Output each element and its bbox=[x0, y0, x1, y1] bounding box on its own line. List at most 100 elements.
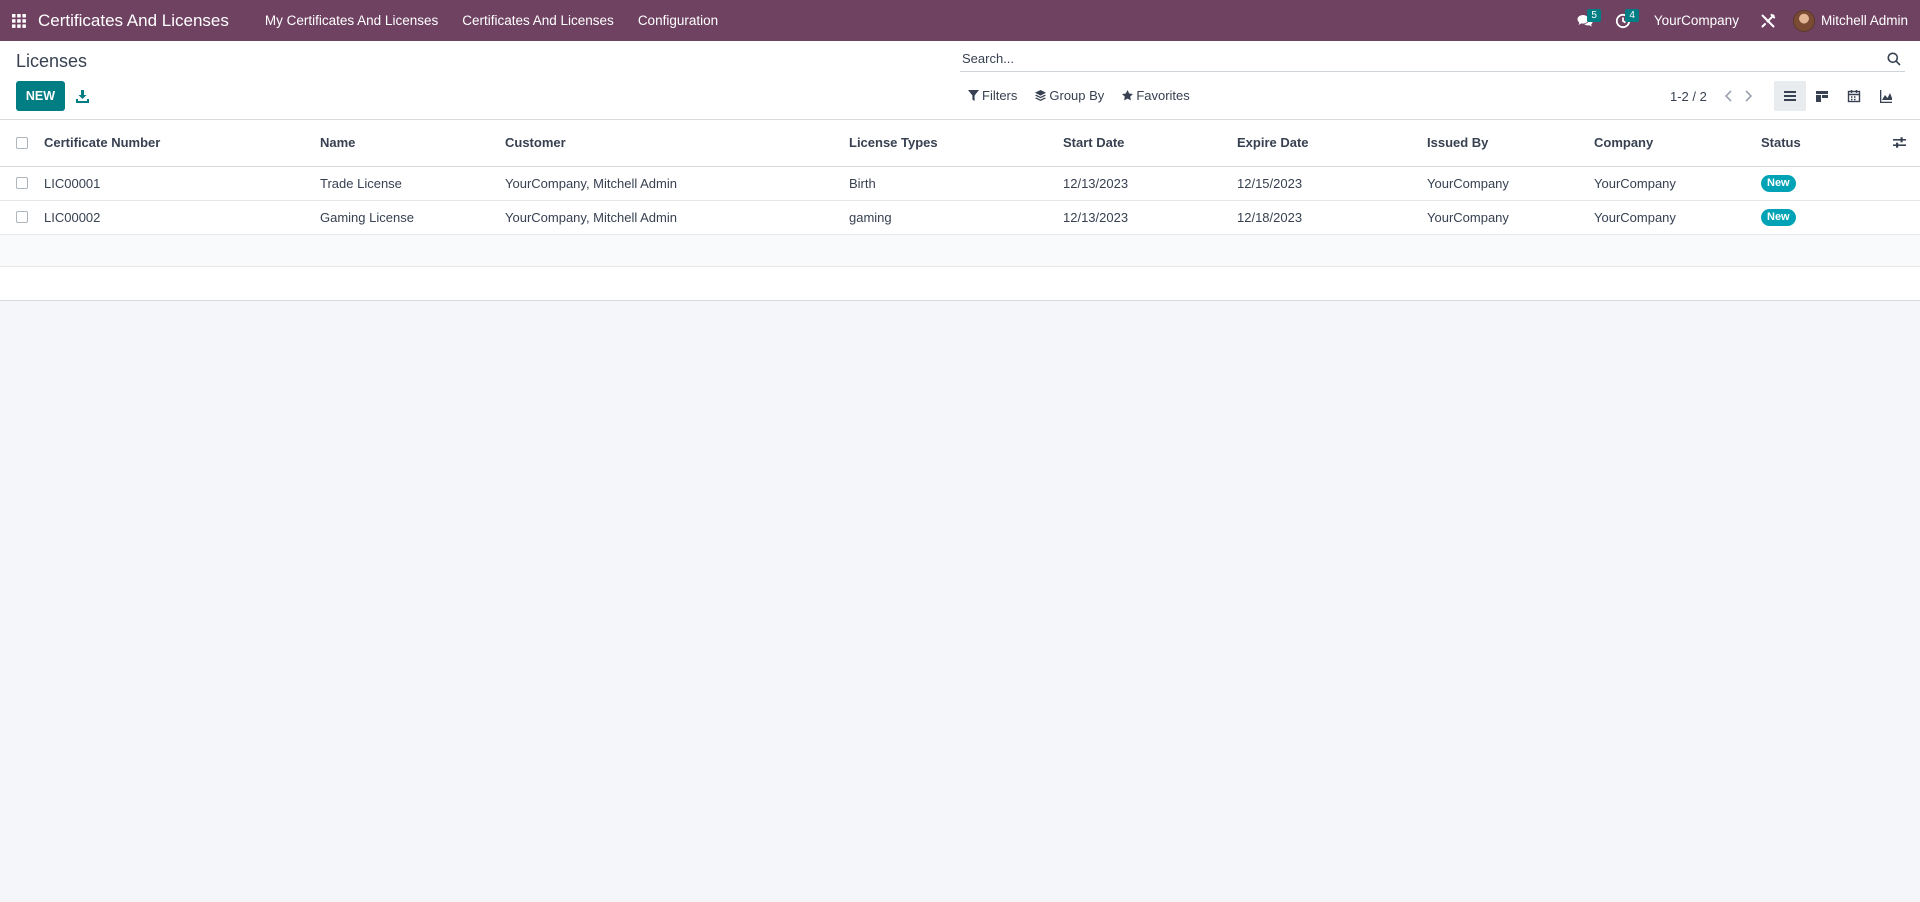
search-input[interactable] bbox=[960, 51, 1887, 66]
cell-customer: YourCompany, Mitchell Admin bbox=[505, 200, 849, 235]
cell-start-date: 12/13/2023 bbox=[1063, 166, 1237, 201]
favorites-label: Favorites bbox=[1136, 88, 1190, 103]
search-options: Filters Group By Favorites bbox=[968, 88, 1208, 103]
column-header-expire-date[interactable]: Expire Date bbox=[1237, 120, 1427, 167]
group-by-label: Group By bbox=[1049, 88, 1105, 103]
apps-grid-icon bbox=[12, 13, 26, 28]
search-icon[interactable] bbox=[1887, 52, 1901, 66]
filters-dropdown[interactable]: Filters bbox=[968, 88, 1017, 103]
pager: 1-2 / 2 bbox=[1670, 88, 1759, 104]
cell-name: Trade License bbox=[320, 166, 505, 201]
empty-cell bbox=[0, 234, 1920, 267]
kanban-view-button[interactable] bbox=[1806, 81, 1838, 111]
list-view-button[interactable] bbox=[1774, 81, 1806, 111]
graph-view-icon bbox=[1880, 90, 1892, 103]
table-row[interactable]: LIC00002 Gaming License YourCompany, Mit… bbox=[0, 200, 1920, 235]
export-button[interactable] bbox=[72, 81, 92, 111]
select-all-checkbox[interactable] bbox=[16, 136, 28, 149]
row-checkbox[interactable] bbox=[16, 211, 28, 223]
column-header-customer[interactable]: Customer bbox=[505, 120, 849, 167]
control-panel: Licenses NEW Filters Group By Favorites … bbox=[0, 41, 1920, 120]
list-view-icon bbox=[1784, 91, 1796, 101]
calendar-view-icon bbox=[1847, 90, 1861, 103]
filters-label: Filters bbox=[982, 88, 1018, 103]
cell-name: Gaming License bbox=[320, 200, 505, 235]
column-header-certificate-number[interactable]: Certificate Number bbox=[44, 120, 320, 167]
user-menu[interactable]: Mitchell Admin bbox=[1792, 9, 1920, 32]
pager-value[interactable]: 1-2 / 2 bbox=[1670, 89, 1707, 104]
empty-row bbox=[0, 266, 1920, 299]
menu-configuration[interactable]: Configuration bbox=[626, 0, 730, 41]
cell-spacer bbox=[1891, 166, 1920, 201]
company-switcher[interactable]: YourCompany bbox=[1640, 13, 1751, 28]
cell-license-types: gaming bbox=[849, 200, 1063, 235]
tools-icon bbox=[1761, 13, 1776, 27]
cell-start-date: 12/13/2023 bbox=[1063, 200, 1237, 235]
row-select-cell bbox=[0, 200, 44, 235]
star-icon bbox=[1122, 90, 1134, 101]
messages-count-badge: 5 bbox=[1587, 9, 1601, 22]
cell-issued-by: YourCompany bbox=[1427, 166, 1594, 201]
activities-count-badge: 4 bbox=[1625, 9, 1639, 22]
view-switcher bbox=[1774, 81, 1902, 111]
table-row[interactable]: LIC00001 Trade License YourCompany, Mitc… bbox=[0, 166, 1920, 201]
apps-menu-button[interactable] bbox=[0, 0, 38, 41]
favorites-dropdown[interactable]: Favorites bbox=[1122, 88, 1190, 103]
cell-expire-date: 12/15/2023 bbox=[1237, 166, 1427, 201]
row-checkbox[interactable] bbox=[16, 177, 28, 189]
top-navbar: Certificates And Licenses My Certificate… bbox=[0, 0, 1920, 41]
cell-license-types: Birth bbox=[849, 166, 1063, 201]
filter-icon bbox=[968, 90, 979, 101]
empty-cell bbox=[0, 266, 1920, 299]
cell-certificate-number: LIC00001 bbox=[44, 166, 320, 201]
search-bar bbox=[960, 46, 1905, 72]
pager-previous-button[interactable] bbox=[1719, 88, 1739, 104]
empty-row bbox=[0, 234, 1920, 267]
column-header-start-date[interactable]: Start Date bbox=[1063, 120, 1237, 167]
optional-columns-cell bbox=[1891, 120, 1920, 167]
systray: 5 4 YourCompany Mitchell Admin bbox=[1568, 0, 1920, 41]
menu-my-certificates[interactable]: My Certificates And Licenses bbox=[253, 0, 450, 41]
graph-view-button[interactable] bbox=[1870, 81, 1902, 111]
status-badge: New bbox=[1761, 175, 1796, 192]
menu-certificates-and-licenses[interactable]: Certificates And Licenses bbox=[450, 0, 626, 41]
activities-button[interactable]: 4 bbox=[1606, 0, 1640, 41]
cell-customer: YourCompany, Mitchell Admin bbox=[505, 166, 849, 201]
column-header-name[interactable]: Name bbox=[320, 120, 505, 167]
avatar bbox=[1792, 9, 1815, 32]
download-icon bbox=[75, 89, 89, 103]
group-by-dropdown[interactable]: Group By bbox=[1035, 88, 1104, 103]
cell-status: New bbox=[1761, 200, 1891, 235]
column-header-status[interactable]: Status bbox=[1761, 120, 1891, 167]
licenses-table: Certificate Number Name Customer License… bbox=[0, 120, 1920, 299]
column-header-issued-by[interactable]: Issued By bbox=[1427, 120, 1594, 167]
select-all-cell bbox=[0, 120, 44, 167]
user-name: Mitchell Admin bbox=[1820, 13, 1908, 28]
messages-button[interactable]: 5 bbox=[1568, 0, 1602, 41]
chevron-right-icon bbox=[1745, 90, 1753, 102]
column-header-license-types[interactable]: License Types bbox=[849, 120, 1063, 167]
column-header-company[interactable]: Company bbox=[1594, 120, 1761, 167]
kanban-view-icon bbox=[1816, 91, 1828, 102]
table-header-row: Certificate Number Name Customer License… bbox=[0, 120, 1920, 167]
cell-status: New bbox=[1761, 166, 1891, 201]
cell-issued-by: YourCompany bbox=[1427, 200, 1594, 235]
layers-icon bbox=[1035, 90, 1047, 101]
cell-expire-date: 12/18/2023 bbox=[1237, 200, 1427, 235]
calendar-view-button[interactable] bbox=[1838, 81, 1870, 111]
status-badge: New bbox=[1761, 209, 1796, 226]
cell-company: YourCompany bbox=[1594, 200, 1761, 235]
new-button[interactable]: NEW bbox=[16, 81, 65, 111]
list-view: Certificate Number Name Customer License… bbox=[0, 120, 1920, 301]
chevron-left-icon bbox=[1725, 90, 1732, 102]
pager-next-button[interactable] bbox=[1739, 88, 1759, 104]
cell-certificate-number: LIC00002 bbox=[44, 200, 320, 235]
page-title: Licenses bbox=[16, 51, 88, 71]
debug-tools-button[interactable] bbox=[1751, 0, 1785, 41]
app-title[interactable]: Certificates And Licenses bbox=[38, 11, 243, 31]
cell-company: YourCompany bbox=[1594, 166, 1761, 201]
optional-columns-icon bbox=[1893, 137, 1906, 148]
cell-spacer bbox=[1891, 200, 1920, 235]
row-select-cell bbox=[0, 166, 44, 201]
optional-columns-toggle[interactable] bbox=[1891, 136, 1920, 149]
